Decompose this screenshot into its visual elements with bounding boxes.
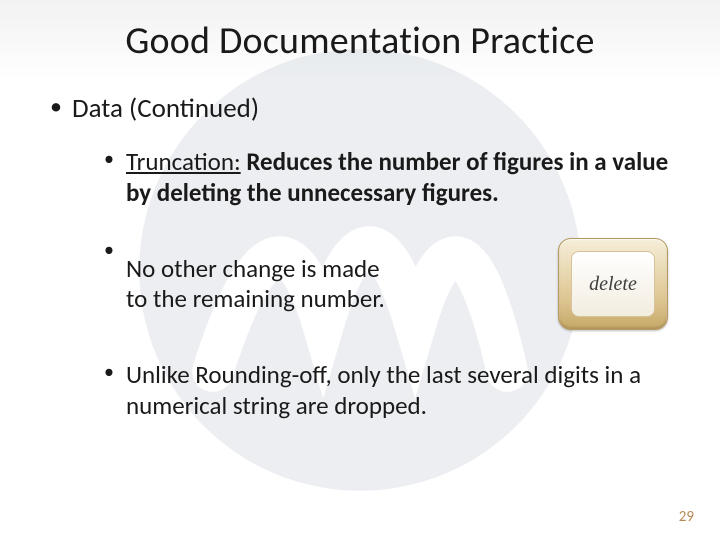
keycap-inner: delete [571, 251, 655, 317]
truncation-label: Truncation: [126, 146, 241, 177]
slide-content: Good Documentation Practice Data (Contin… [0, 0, 720, 540]
bullet-truncation: Truncation: Reduces the number of figure… [102, 147, 674, 208]
bullet-unlike-rounding: Unlike Rounding-off, only the last sever… [102, 360, 674, 421]
slide-title: Good Documentation Practice [46, 18, 674, 64]
bullet-no-other-change-text: No other change is made to the remaining… [126, 254, 540, 315]
line1: No other change is made [126, 253, 380, 284]
bullet-unlike-rounding-text: Unlike Rounding-off, only the last sever… [126, 359, 641, 421]
delete-key-graphic: delete [558, 238, 668, 330]
bullet-level1: Data (Continued) Truncation: Reduces the… [46, 92, 674, 421]
keycap-label: delete [589, 272, 637, 296]
keycap: delete [558, 238, 668, 330]
line2: to the remaining number. [126, 283, 385, 314]
level1-text: Data (Continued) [72, 92, 259, 125]
bullet-no-other-change: No other change is made to the remaining… [102, 238, 674, 330]
